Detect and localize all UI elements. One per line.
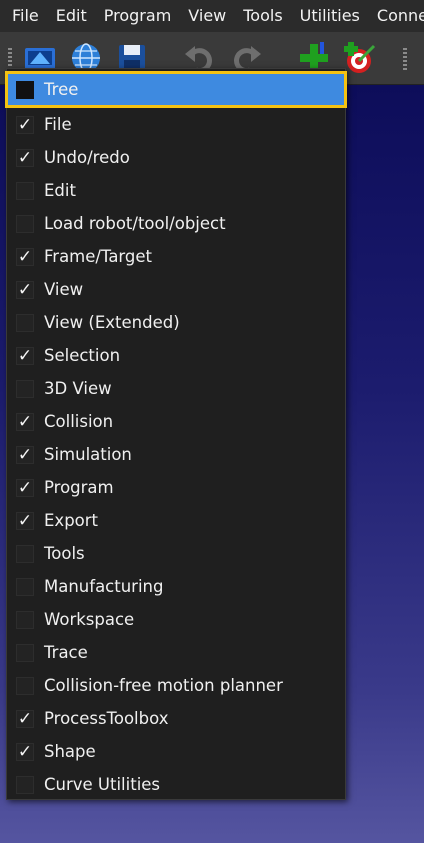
menu-program[interactable]: Program <box>92 0 177 32</box>
checkbox[interactable]: ✓ <box>16 114 34 135</box>
checkmark-icon: ✓ <box>17 147 33 168</box>
menu-item-label: Trace <box>44 643 88 662</box>
checkbox[interactable] <box>16 181 34 200</box>
menu-item-view[interactable]: ✓ View <box>7 273 345 306</box>
checkbox[interactable] <box>16 313 34 332</box>
menu-item-selection[interactable]: ✓ Selection <box>7 339 345 372</box>
checkbox[interactable]: ✓ <box>16 147 34 168</box>
menu-item-export[interactable]: ✓ Export <box>7 504 345 537</box>
checkbox[interactable] <box>16 643 34 662</box>
menu-item-label: Selection <box>44 346 121 365</box>
menu-item-motion-planner[interactable]: Collision-free motion planner <box>7 669 345 702</box>
menu-item-label: Collision-free motion planner <box>44 676 283 695</box>
menu-item-label: Curve Utilities <box>44 775 161 794</box>
checkbox[interactable] <box>16 577 34 596</box>
checkmark-icon: ✓ <box>17 477 33 498</box>
menu-item-label: Tree <box>44 80 79 99</box>
checkmark-icon: ✓ <box>17 411 33 432</box>
menu-item-trace[interactable]: Trace <box>7 636 345 669</box>
menu-item-shape[interactable]: ✓ Shape <box>7 735 345 768</box>
menu-tools[interactable]: Tools <box>231 0 287 32</box>
menu-item-label: Undo/redo <box>44 148 130 167</box>
menu-item-curve-utilities[interactable]: Curve Utilities <box>7 768 345 801</box>
menu-edit[interactable]: Edit <box>44 0 92 32</box>
menu-item-label: View (Extended) <box>44 313 180 332</box>
checkmark-icon: ✓ <box>17 741 33 762</box>
menu-item-frame-target[interactable]: ✓ Frame/Target <box>7 240 345 273</box>
menu-item-label: View <box>44 280 84 299</box>
menu-utilities[interactable]: Utilities <box>288 0 365 32</box>
checkbox[interactable] <box>16 676 34 695</box>
checkbox[interactable] <box>16 544 34 563</box>
menu-item-tree[interactable]: Tree <box>5 71 347 108</box>
checkbox[interactable] <box>16 214 34 233</box>
checkbox[interactable] <box>16 610 34 629</box>
menu-item-label: Program <box>44 478 114 497</box>
menu-item-label: Shape <box>44 742 96 761</box>
menu-item-undo-redo[interactable]: ✓ Undo/redo <box>7 141 345 174</box>
checkmark-icon: ✓ <box>17 510 33 531</box>
menu-view[interactable]: View <box>176 0 231 32</box>
menu-item-3d-view[interactable]: 3D View <box>7 372 345 405</box>
checkmark-icon: ✓ <box>17 444 33 465</box>
checkbox[interactable]: ✓ <box>16 279 34 300</box>
checkmark-icon: ✓ <box>17 114 33 135</box>
menu-item-label: Load robot/tool/object <box>44 214 226 233</box>
checkmark-icon: ✓ <box>17 345 33 366</box>
menu-item-view-extended[interactable]: View (Extended) <box>7 306 345 339</box>
checkbox[interactable]: ✓ <box>16 741 34 762</box>
toolbar-visibility-menu: Tree ✓ File ✓ Undo/redo Edit Load robot/… <box>5 68 347 801</box>
menu-item-label: Export <box>44 511 99 530</box>
menu-item-label: 3D View <box>44 379 112 398</box>
checkmark-icon: ✓ <box>17 279 33 300</box>
toolbar-grip-2[interactable] <box>403 48 407 70</box>
checkbox[interactable]: ✓ <box>16 510 34 531</box>
menu-item-label: Frame/Target <box>44 247 153 266</box>
checkbox[interactable] <box>16 80 34 99</box>
checkbox[interactable]: ✓ <box>16 246 34 267</box>
menu-item-tools[interactable]: Tools <box>7 537 345 570</box>
checkbox[interactable] <box>16 379 34 398</box>
menu-bar: File Edit Program View Tools Utilities C… <box>0 0 424 32</box>
menu-item-program[interactable]: ✓ Program <box>7 471 345 504</box>
checkbox[interactable] <box>16 775 34 794</box>
menu-item-manufacturing[interactable]: Manufacturing <box>7 570 345 603</box>
checkbox[interactable]: ✓ <box>16 708 34 729</box>
menu-file[interactable]: File <box>0 0 44 32</box>
toolbar-grip[interactable] <box>8 48 12 70</box>
menu-item-label: Collision <box>44 412 114 431</box>
add-target-icon[interactable] <box>342 40 378 76</box>
menu-item-collision[interactable]: ✓ Collision <box>7 405 345 438</box>
menu-item-simulation[interactable]: ✓ Simulation <box>7 438 345 471</box>
menu-item-process-toolbox[interactable]: ✓ ProcessToolbox <box>7 702 345 735</box>
menu-item-file[interactable]: ✓ File <box>7 108 345 141</box>
checkbox[interactable]: ✓ <box>16 345 34 366</box>
checkbox[interactable]: ✓ <box>16 477 34 498</box>
menu-item-label: Simulation <box>44 445 132 464</box>
menu-item-load-robot[interactable]: Load robot/tool/object <box>7 207 345 240</box>
menu-item-workspace[interactable]: Workspace <box>7 603 345 636</box>
checkmark-icon: ✓ <box>17 246 33 267</box>
menu-connect[interactable]: Conne <box>365 0 424 32</box>
menu-item-edit[interactable]: Edit <box>7 174 345 207</box>
checkbox[interactable]: ✓ <box>16 444 34 465</box>
menu-item-label: Edit <box>44 181 76 200</box>
menu-item-label: Workspace <box>44 610 135 629</box>
menu-item-label: Manufacturing <box>44 577 164 596</box>
checkmark-icon: ✓ <box>17 708 33 729</box>
menu-item-label: ProcessToolbox <box>44 709 169 728</box>
menu-item-label: Tools <box>44 544 85 563</box>
menu-item-label: File <box>44 115 72 134</box>
checkbox[interactable]: ✓ <box>16 411 34 432</box>
